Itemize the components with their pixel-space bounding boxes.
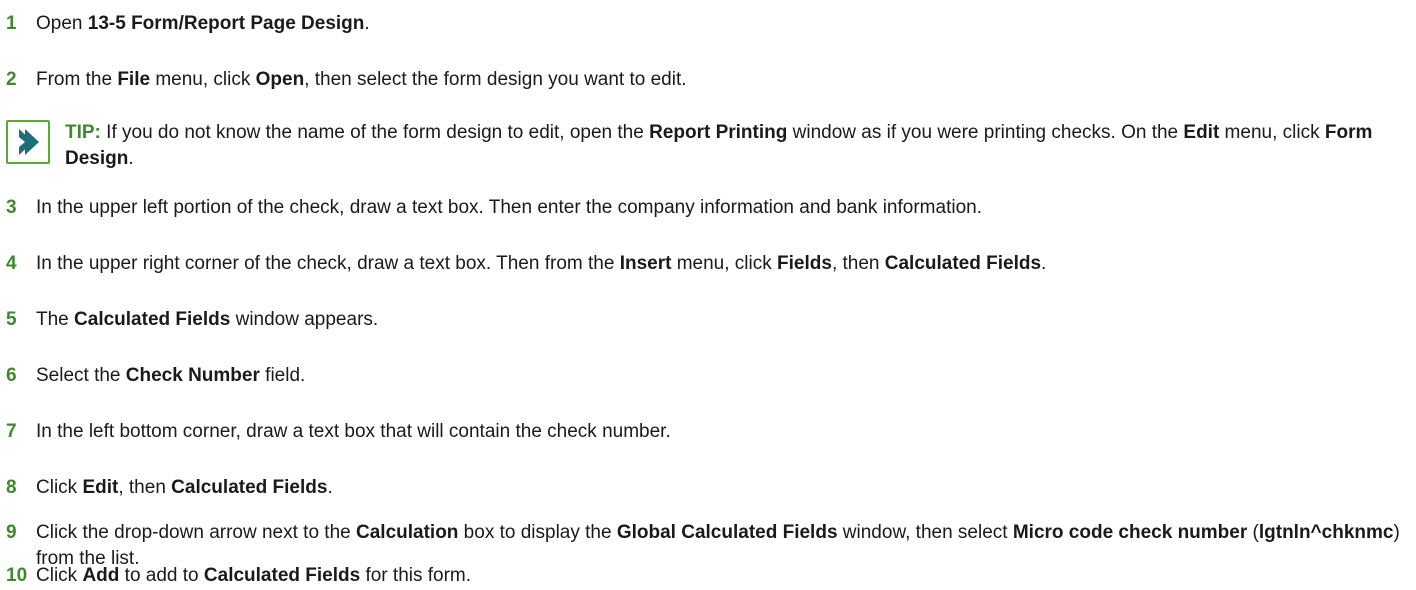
plain-text: ( [1247, 522, 1259, 543]
plain-text: window, then select [837, 522, 1013, 543]
step-text: The Calculated Fields window appears. [36, 307, 378, 333]
step-text: Open 13-5 Form/Report Page Design. [36, 11, 370, 37]
plain-text: Click [36, 477, 83, 498]
bold-term: Check Number [125, 365, 260, 386]
bold-term: Add [82, 565, 120, 586]
bold-term: Open [255, 69, 305, 90]
bold-term: Insert [619, 253, 672, 274]
plain-text: menu, click [150, 69, 256, 90]
chevron-right-icon [6, 120, 50, 164]
step-number: 1 [6, 13, 17, 34]
step-text: Select the Check Number field. [36, 363, 305, 389]
bold-term: Micro code check number [1012, 522, 1248, 543]
tip-note: TIP: If you do not know the name of the … [0, 114, 1410, 176]
plain-text: . [128, 148, 134, 169]
plain-text: In the upper right corner of the check, … [36, 253, 620, 274]
plain-text: field. [259, 365, 306, 386]
plain-text: Select the [36, 365, 126, 386]
plain-text: window as if you were printing checks. O… [787, 122, 1184, 143]
plain-text: Click [36, 565, 83, 586]
plain-text: In the upper left portion of the check, … [36, 197, 982, 218]
step-number: 5 [6, 309, 17, 330]
plain-text: for this form. [360, 565, 472, 586]
step-number: 9 [6, 522, 17, 543]
plain-text: Click the drop-down arrow next to the [36, 522, 356, 543]
step-text: In the upper right corner of the check, … [36, 251, 1046, 277]
bold-term: Global Calculated Fields [616, 522, 838, 543]
bold-term: Calculated Fields [74, 309, 231, 330]
bold-term: File [117, 69, 151, 90]
plain-text: window appears. [230, 309, 379, 330]
plain-text: In the left bottom corner, draw a text b… [36, 421, 671, 442]
tip-label: TIP: [65, 122, 101, 143]
step-text: Click Add to add to Calculated Fields fo… [36, 563, 471, 589]
bold-term: Edit [82, 477, 119, 498]
plain-text: . [327, 477, 333, 498]
bold-term: 13-5 Form/Report Page Design [87, 13, 365, 34]
step-text: From the File menu, click Open, then sel… [36, 67, 687, 93]
bold-term: Calculation [356, 522, 459, 543]
tip-text: TIP: If you do not know the name of the … [65, 120, 1405, 172]
step-number: 8 [6, 477, 17, 498]
bold-term: lgtnln^chknmc [1258, 522, 1394, 543]
plain-text: If you do not know the name of the form … [100, 122, 650, 143]
plain-text: to add to [119, 565, 204, 586]
plain-text: menu, click [671, 253, 778, 274]
plain-text: . [1041, 253, 1047, 274]
tip-body: If you do not know the name of the form … [65, 122, 1372, 169]
plain-text: Open [36, 13, 88, 34]
bold-term: Calculated Fields [171, 477, 328, 498]
plain-text: , then select the form design you want t… [304, 69, 687, 90]
plain-text: . [364, 13, 370, 34]
plain-text: The [36, 309, 75, 330]
step-text: Click Edit, then Calculated Fields. [36, 475, 333, 501]
step-text: In the upper left portion of the check, … [36, 195, 982, 221]
step-number: 4 [6, 253, 17, 274]
step-number: 7 [6, 421, 17, 442]
plain-text: box to display the [458, 522, 617, 543]
plain-text: , then [118, 477, 172, 498]
step-text: In the left bottom corner, draw a text b… [36, 419, 671, 445]
bold-term: Fields [777, 253, 832, 274]
bold-term: Edit [1183, 122, 1220, 143]
step-number: 3 [6, 197, 17, 218]
bold-term: Calculated Fields [203, 565, 361, 586]
procedure-steps: 1 Open 13-5 Form/Report Page Design. 2 F… [0, 0, 1416, 590]
plain-text: From the [36, 69, 118, 90]
bold-term: Calculated Fields [884, 253, 1042, 274]
bold-term: Report Printing [649, 122, 788, 143]
step-number: 6 [6, 365, 17, 386]
step-number: 2 [6, 69, 17, 90]
plain-text: menu, click [1219, 122, 1325, 143]
step-number: 10 [6, 565, 28, 586]
plain-text: , then [831, 253, 885, 274]
